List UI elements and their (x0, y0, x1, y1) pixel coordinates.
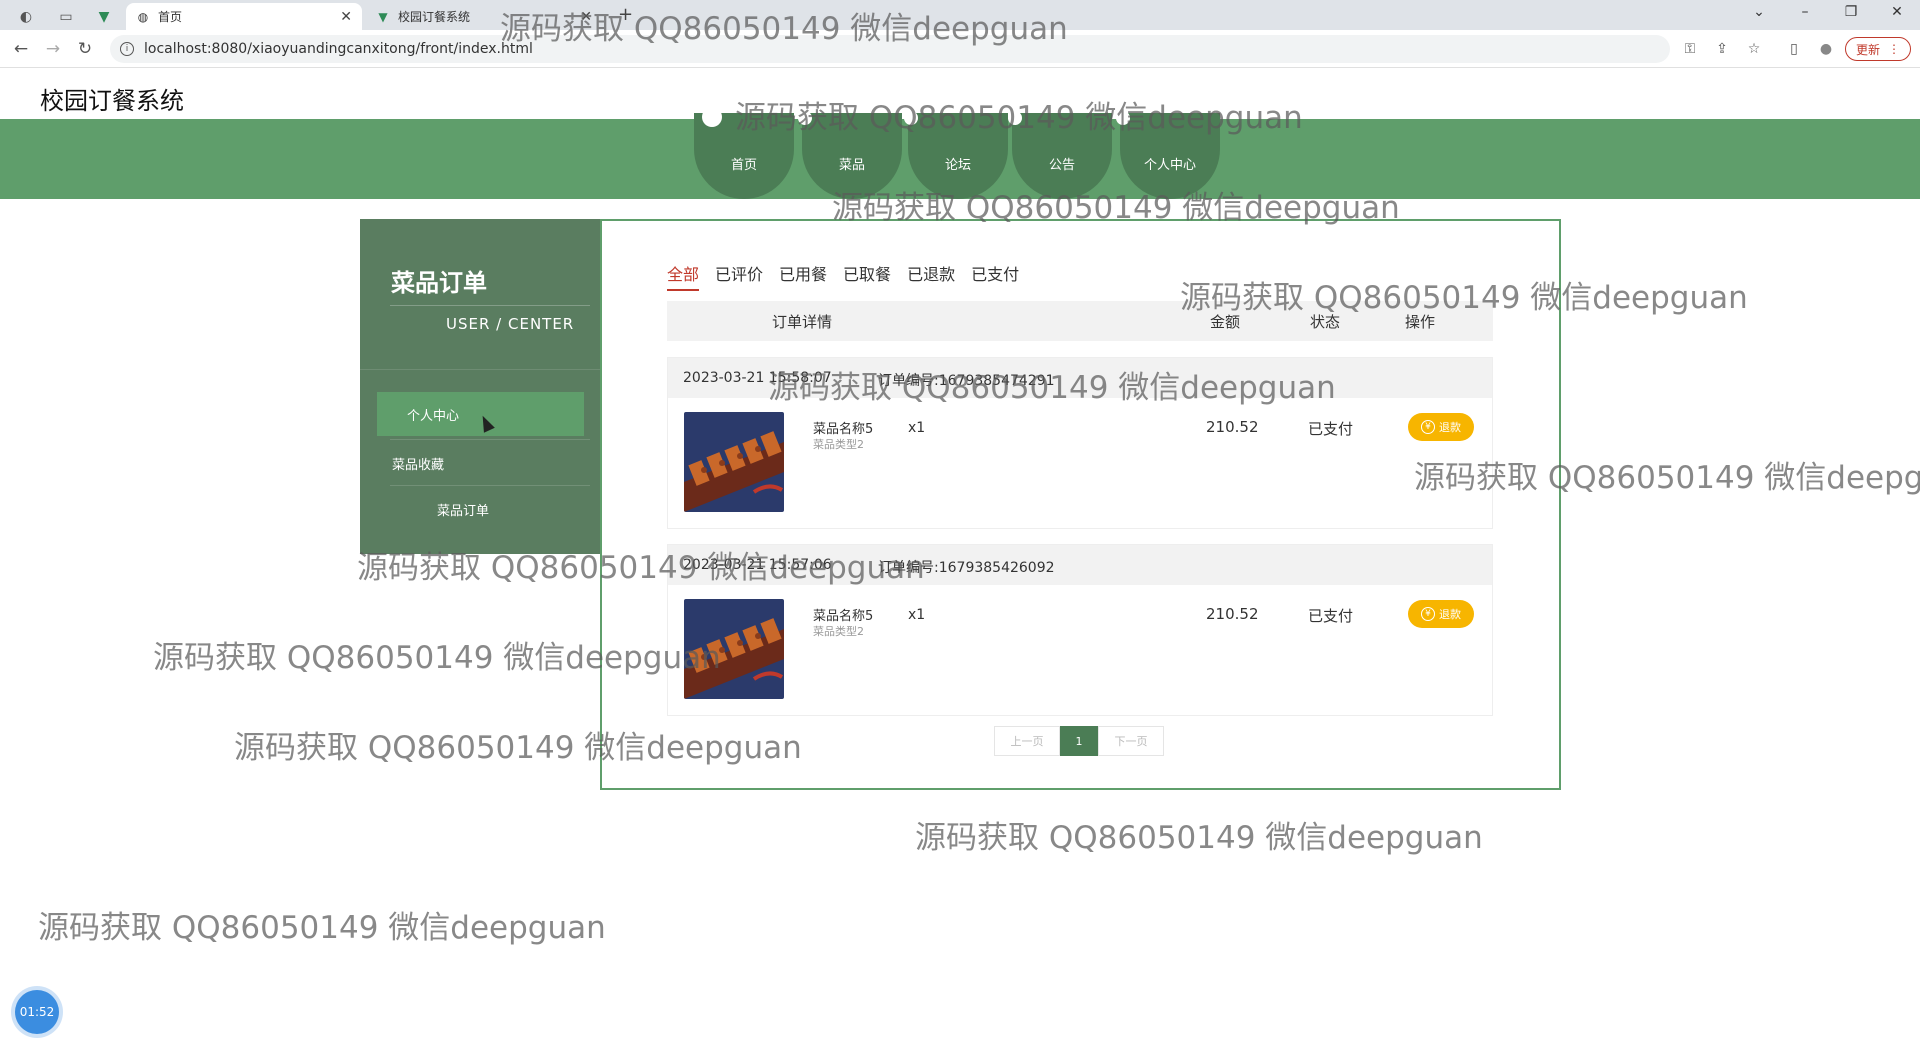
tab-blank-icon[interactable]: ▭ (48, 3, 84, 30)
tab-reviewed[interactable]: 已评价 (715, 261, 763, 291)
browser-tab-label: 首页 (158, 10, 183, 24)
order-amount: 210.52 (1206, 418, 1259, 436)
profile-icon[interactable]: ● (1816, 39, 1836, 59)
dish-image[interactable] (684, 599, 784, 699)
tab-refunded[interactable]: 已退款 (907, 261, 955, 291)
refund-label: 退款 (1439, 608, 1461, 621)
restore-button[interactable]: ❐ (1836, 4, 1866, 20)
nav-item-user-center[interactable]: 个人中心 (1116, 111, 1220, 199)
yen-icon: ¥ (1421, 607, 1435, 621)
nav-item-dishes[interactable]: 菜品 (798, 111, 902, 199)
menu-icon: ⋮ (1888, 42, 1900, 56)
sidebar-divider (390, 305, 590, 306)
browser-tab-home[interactable]: ◍ 首页 ✕ (126, 3, 362, 30)
order-card-header: 2023-03-21 15:57:06 订单编号:1679385426092 (668, 545, 1492, 585)
sidebar-item-favorites[interactable]: 菜品收藏 (392, 441, 592, 485)
site-info-icon[interactable]: i (120, 42, 134, 56)
sidebar-divider (360, 369, 601, 370)
watermark: 源码获取 QQ86050149 微信deepguan (915, 820, 1483, 856)
sidebar-divider (390, 485, 590, 486)
page-number-button[interactable]: 1 (1060, 726, 1098, 756)
dish-quantity: x1 (908, 420, 926, 436)
dish-name[interactable]: 菜品名称5 (813, 418, 873, 437)
order-filter-tabs: 全部 已评价 已用餐 已取餐 已退款 已支付 (667, 261, 1019, 291)
browser-tab-app[interactable]: ▼ 校园订餐系统 ✕ (366, 3, 602, 30)
update-label: 更新 (1855, 42, 1880, 57)
site-title: 校园订餐系统 (40, 87, 184, 115)
tab-paid[interactable]: 已支付 (971, 261, 1019, 291)
url-text: localhost:8080/xiaoyuandingcanxitong/fro… (144, 41, 533, 57)
nav-item-notice[interactable]: 公告 (1008, 111, 1112, 199)
header-detail: 订单详情 (772, 313, 833, 331)
url-input[interactable]: i localhost:8080/xiaoyuandingcanxitong/f… (110, 35, 1670, 63)
address-bar-row: ← → ↻ i localhost:8080/xiaoyuandingcanxi… (0, 30, 1920, 68)
tab-search-icon[interactable]: ◐ (8, 3, 44, 30)
nav-item-forum[interactable]: 论坛 (904, 111, 1008, 199)
tab-vue-icon[interactable]: ▼ (86, 3, 122, 30)
refund-button[interactable]: ¥ 退款 (1408, 600, 1474, 628)
sidebar-subtitle: USER / CENTER (446, 315, 575, 333)
orders-panel: 全部 已评价 已用餐 已取餐 已退款 已支付 订单详情 金额 状态 操作 202… (600, 219, 1561, 790)
prev-page-button[interactable]: 上一页 (994, 726, 1060, 756)
order-status: 已支付 (1308, 420, 1354, 438)
main-nav: 首页 菜品 论坛 公告 个人中心 (0, 107, 1920, 199)
order-card: 2023-03-21 15:58:07 订单编号:1679385474291 菜… (667, 357, 1493, 529)
yen-icon: ¥ (1421, 420, 1435, 434)
order-time: 2023-03-21 15:58:07 (683, 370, 832, 386)
nav-item-home[interactable]: 首页 (694, 107, 794, 199)
key-icon[interactable]: ⚿ (1680, 39, 1700, 59)
sidebar-divider (390, 439, 590, 440)
header-action: 操作 (1405, 313, 1436, 331)
order-amount: 210.52 (1206, 605, 1259, 623)
refund-label: 退款 (1439, 421, 1461, 434)
tab-all[interactable]: 全部 (667, 261, 700, 291)
back-button[interactable]: ← (10, 38, 32, 60)
dish-image[interactable] (684, 412, 784, 512)
vue-icon: ▼ (378, 9, 388, 24)
dish-type: 菜品类型2 (813, 625, 864, 638)
forward-button[interactable]: → (42, 38, 64, 60)
order-number: 订单编号:1679385474291 (878, 373, 1055, 389)
next-page-button[interactable]: 下一页 (1098, 726, 1164, 756)
browser-tab-label: 校园订餐系统 (398, 10, 471, 24)
site-header: 校园订餐系统 (0, 68, 1920, 119)
orders-table-header: 订单详情 金额 状态 操作 (667, 301, 1493, 341)
header-status: 状态 (1310, 313, 1341, 331)
tab-dined[interactable]: 已用餐 (779, 261, 827, 291)
tab-search-dropdown-icon[interactable]: ⌄ (1744, 4, 1774, 20)
user-sidebar: 菜品订单 USER / CENTER 个人中心 菜品收藏 菜品订单 (360, 219, 601, 554)
sidebar-item-user-center[interactable]: 个人中心 (377, 392, 584, 436)
header-amount: 金额 (1210, 313, 1241, 331)
side-panel-icon[interactable]: ▯ (1784, 39, 1804, 59)
bookmark-star-icon[interactable]: ☆ (1744, 39, 1764, 59)
watermark: 源码获取 QQ86050149 微信deepguan (38, 910, 606, 946)
pagination: 上一页 1 下一页 (994, 726, 1164, 756)
window-close-button[interactable]: ✕ (1882, 4, 1912, 20)
refund-button[interactable]: ¥ 退款 (1408, 413, 1474, 441)
share-icon[interactable]: ⇪ (1712, 39, 1732, 59)
new-tab-button[interactable]: + (618, 4, 633, 25)
update-button[interactable]: 更新 ⋮ (1845, 37, 1911, 61)
recording-timer[interactable]: 01:52 (15, 990, 59, 1034)
order-card: 2023-03-21 15:57:06 订单编号:1679385426092 菜… (667, 544, 1493, 716)
browser-tab-strip: ◐ ▭ ▼ ◍ 首页 ✕ ▼ 校园订餐系统 ✕ + ⌄ – ❐ ✕ (0, 0, 1920, 30)
close-icon[interactable]: ✕ (340, 9, 352, 25)
dish-quantity: x1 (908, 607, 926, 623)
globe-icon: ◍ (137, 9, 149, 24)
order-number: 订单编号:1679385426092 (878, 560, 1055, 576)
reload-button[interactable]: ↻ (74, 38, 96, 60)
dish-name[interactable]: 菜品名称5 (813, 605, 873, 624)
sidebar-item-orders[interactable]: 菜品订单 (437, 487, 587, 531)
order-time: 2023-03-21 15:57:06 (683, 557, 832, 573)
tab-picked-up[interactable]: 已取餐 (843, 261, 891, 291)
sidebar-title: 菜品订单 (391, 269, 487, 297)
order-card-header: 2023-03-21 15:58:07 订单编号:1679385474291 (668, 358, 1492, 398)
minimize-button[interactable]: – (1790, 4, 1820, 20)
dish-type: 菜品类型2 (813, 438, 864, 451)
close-icon[interactable]: ✕ (580, 9, 592, 25)
order-status: 已支付 (1308, 607, 1354, 625)
